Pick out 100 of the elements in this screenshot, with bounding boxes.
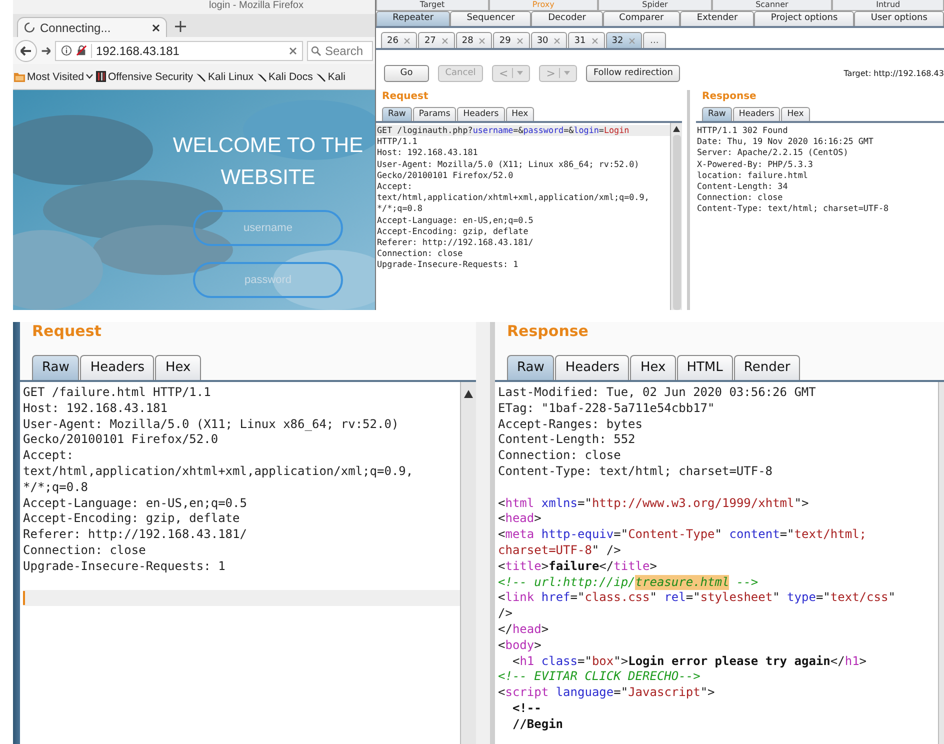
- scrollbar[interactable]: [938, 382, 944, 744]
- code-line: Upgrade-Insecure-Requests: 1: [376, 259, 520, 271]
- code-line: HTTP/1.1: [376, 136, 418, 148]
- page-heading: WELCOME TO THE WEBSITE: [172, 133, 364, 191]
- request-tab[interactable]: 29: [493, 32, 530, 48]
- caret-icon: [517, 71, 524, 75]
- code-line: */*;q=0.8: [23, 480, 90, 496]
- folder-icon: [14, 72, 25, 82]
- view-tab[interactable]: Raw: [702, 107, 732, 121]
- code-line: Content-Length: 34: [696, 181, 789, 192]
- view-tab[interactable]: Headers: [457, 107, 505, 121]
- plus-icon[interactable]: [175, 21, 186, 32]
- view-tab[interactable]: Headers: [80, 355, 154, 380]
- bookmark[interactable]: Offensive Security: [96, 70, 194, 82]
- code-line: Gecko/20100101 Firefox/52.0: [376, 170, 514, 182]
- toolbar-button[interactable]: Follow redirection: [586, 64, 680, 82]
- code-line: <h1 class="box">Login error please try again</h1>: [511, 654, 868, 670]
- code-line: Content-Length: 552: [498, 432, 636, 448]
- request-tab[interactable]: 30: [530, 32, 568, 48]
- close-icon[interactable]: [152, 24, 160, 32]
- scrollbar[interactable]: [670, 123, 682, 310]
- code-line: HTTP/1.1 302 Found: [696, 125, 789, 136]
- code-line: Server: Apache/2.2.15 (CentOS): [696, 147, 850, 159]
- tool-tab[interactable]: Scanner: [712, 0, 832, 11]
- view-tab[interactable]: Hex: [155, 355, 201, 380]
- code-line: Referer: http://192.168.43.181/: [23, 527, 248, 543]
- code-line: Accept-Encoding: gzip, deflate: [23, 511, 241, 528]
- back-button[interactable]: [15, 40, 37, 62]
- section-tab[interactable]: Repeater: [376, 11, 450, 26]
- request-tab[interactable]: 27: [418, 32, 455, 48]
- code-line: <!-- url:http://ip/treasure.html -->: [498, 574, 760, 590]
- code-line: <head>: [498, 511, 542, 528]
- view-tab[interactable]: Raw: [382, 107, 412, 121]
- request-tab[interactable]: 26: [381, 32, 418, 48]
- arrow-left-icon: [20, 46, 32, 56]
- input-field[interactable]: username: [193, 210, 343, 246]
- code-line: Last-Modified: Tue, 02 Jun 2020 03:56:26 GMT: [498, 385, 817, 401]
- view-tab[interactable]: Raw: [32, 355, 80, 380]
- code-line: />: [498, 606, 514, 622]
- code-line: ETag: "1baf-228-5a711e54cbb17": [498, 400, 716, 417]
- code-line: Accept:: [376, 181, 414, 192]
- code-line: User-Agent: Mozilla/5.0 (X11; Linux x86_64; rv:52.0): [376, 158, 640, 170]
- chevron-down-icon: [86, 74, 93, 79]
- view-tab[interactable]: Hex: [506, 107, 534, 121]
- code-line: Content-Type: text/html; charset=UTF-8: [498, 464, 774, 480]
- section-tab[interactable]: User options: [854, 11, 944, 26]
- view-tab[interactable]: Hex: [781, 107, 810, 121]
- request-tab[interactable]: 31: [568, 32, 605, 48]
- panel-title: Response: [701, 90, 758, 104]
- brush-icon: [196, 72, 206, 82]
- view-tab[interactable]: Render: [734, 355, 800, 380]
- scrollbar[interactable]: [460, 382, 476, 744]
- toolbar-button[interactable]: Go: [384, 64, 429, 82]
- address-bar[interactable]: 192.168.43.181: [55, 40, 303, 60]
- clear-icon[interactable]: [289, 46, 297, 54]
- section-tab[interactable]: Decoder: [531, 11, 603, 26]
- code-line: Accept-Encoding: gzip, deflate: [376, 226, 530, 238]
- arrow-right-icon[interactable]: [41, 46, 51, 56]
- code-line: Accept-Language: en-US,en;q=0.5: [23, 496, 248, 512]
- section-tab[interactable]: Project options: [754, 11, 854, 26]
- code-line: charset=UTF-8" />: [498, 542, 622, 559]
- code-line: User-Agent: Mozilla/5.0 (X11; Linux x86_64; rv:52.0): [23, 416, 400, 432]
- bookmark[interactable]: Kali Docs: [256, 70, 313, 82]
- section-tab[interactable]: Sequencer: [450, 11, 532, 26]
- arrow-up-icon[interactable]: [673, 126, 680, 132]
- bookmark[interactable]: Kali Linux: [196, 70, 254, 82]
- code-line: </head>: [498, 622, 550, 638]
- bars-icon: [96, 71, 106, 82]
- caret-icon: [564, 71, 570, 75]
- request-tab[interactable]: 32: [606, 32, 642, 48]
- insecure-lock-icon: [76, 45, 87, 56]
- tool-tab[interactable]: Spider: [598, 0, 712, 11]
- bookmark[interactable]: Most Visited: [14, 70, 93, 82]
- view-tab[interactable]: Hex: [630, 355, 676, 380]
- tool-tab[interactable]: Target: [376, 0, 489, 11]
- code-line: Accept-Language: en-US,en;q=0.5: [376, 214, 534, 226]
- view-tab[interactable]: HTML: [676, 355, 733, 380]
- section-tab[interactable]: Comparer: [602, 11, 680, 26]
- panel-title: Request: [381, 90, 430, 104]
- view-tab[interactable]: Params: [412, 107, 456, 121]
- request-tab[interactable]: 28: [456, 32, 492, 48]
- view-tab[interactable]: Headers: [732, 107, 780, 121]
- brush-icon: [256, 72, 267, 82]
- search-field[interactable]: Search: [307, 40, 373, 60]
- code-line: //Begin: [511, 716, 564, 733]
- view-tab[interactable]: Raw: [507, 355, 554, 380]
- code-line: <html xmlns="http://www.w3.org/1999/xhtml">: [498, 496, 810, 512]
- loading-icon: [24, 22, 35, 33]
- info-icon: [61, 45, 72, 56]
- input-field[interactable]: password: [193, 262, 343, 298]
- browser-tab[interactable]: Connecting...: [17, 17, 167, 37]
- arrow-up-icon[interactable]: [464, 390, 473, 398]
- view-tab[interactable]: Headers: [555, 355, 630, 380]
- code-line: <link href="class.css" rel="stylesheet" type="text/css": [498, 590, 896, 606]
- tool-tab[interactable]: Intrud: [832, 0, 944, 11]
- more-tabs-button[interactable]: ...: [643, 32, 666, 48]
- section-tab[interactable]: Extender: [680, 11, 754, 26]
- url-text: 192.168.43.181: [91, 44, 285, 58]
- bookmark[interactable]: Kali: [316, 70, 346, 82]
- code-line: <title>failure</title>: [498, 558, 658, 575]
